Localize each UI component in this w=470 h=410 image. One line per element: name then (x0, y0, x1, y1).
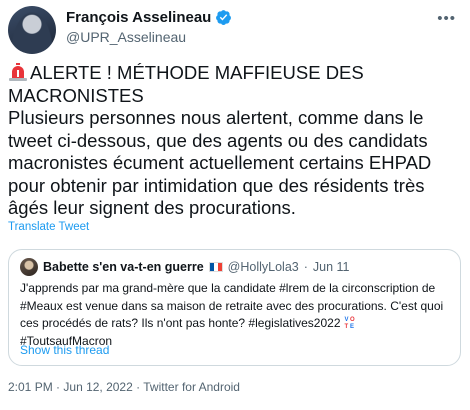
translate-tweet-link[interactable]: Translate Tweet (8, 221, 89, 233)
quoted-tweet[interactable]: Babette s'en va-t-en guerre @HollyLola3 … (8, 249, 461, 366)
author-block[interactable]: François Asselineau @UPR_Asselineau (66, 9, 232, 45)
tweet-source: Twitter for Android (143, 380, 240, 394)
tweet-metadata: 2:01 PM · Jun 12, 2022 · Twitter for And… (8, 380, 240, 394)
france-flag-icon (208, 262, 223, 272)
svg-text:T: T (344, 324, 348, 329)
tweet-date[interactable]: Jun 12, 2022 (63, 380, 132, 394)
quoted-author-avatar[interactable] (20, 258, 38, 276)
author-avatar[interactable] (8, 6, 56, 54)
vote-icon: V O T E (344, 317, 355, 329)
tweet-text: ALERTE ! MÉTHODE MAFFIEUSE DES MACRONIST… (8, 62, 463, 220)
rotating-light-icon (9, 63, 27, 81)
quoted-separator: · (303, 260, 308, 274)
tweet-time[interactable]: 2:01 PM (8, 380, 53, 394)
meta-separator: · (136, 380, 141, 394)
quoted-author-name[interactable]: Babette s'en va-t-en guerre (43, 260, 204, 274)
svg-text:V: V (344, 317, 348, 323)
svg-text:E: E (350, 324, 354, 329)
tweet-body: Plusieurs personnes nous alertent, comme… (8, 107, 432, 218)
quoted-tweet-header: Babette s'en va-t-en guerre @HollyLola3 … (20, 258, 449, 276)
author-display-name[interactable]: François Asselineau (66, 9, 211, 26)
show-thread-link[interactable]: Show this thread (20, 343, 109, 357)
verified-badge-icon (216, 10, 232, 25)
author-handle[interactable]: @UPR_Asselineau (66, 29, 232, 45)
svg-text:O: O (350, 317, 355, 323)
quoted-author-handle[interactable]: @HollyLola3 (228, 260, 299, 274)
quoted-tweet-body: J'apprends par ma grand-mère que la cand… (20, 281, 444, 330)
tweet-headline: ALERTE ! MÉTHODE MAFFIEUSE DES MACRONIST… (8, 62, 364, 106)
more-options-icon[interactable]: ••• (437, 10, 456, 27)
meta-separator: · (56, 380, 61, 394)
quoted-date[interactable]: Jun 11 (313, 260, 350, 274)
tweet: François Asselineau @UPR_Asselineau ••• … (0, 0, 470, 410)
name-row: François Asselineau (66, 9, 232, 26)
quoted-tweet-text: J'apprends par ma grand-mère que la cand… (20, 280, 449, 350)
